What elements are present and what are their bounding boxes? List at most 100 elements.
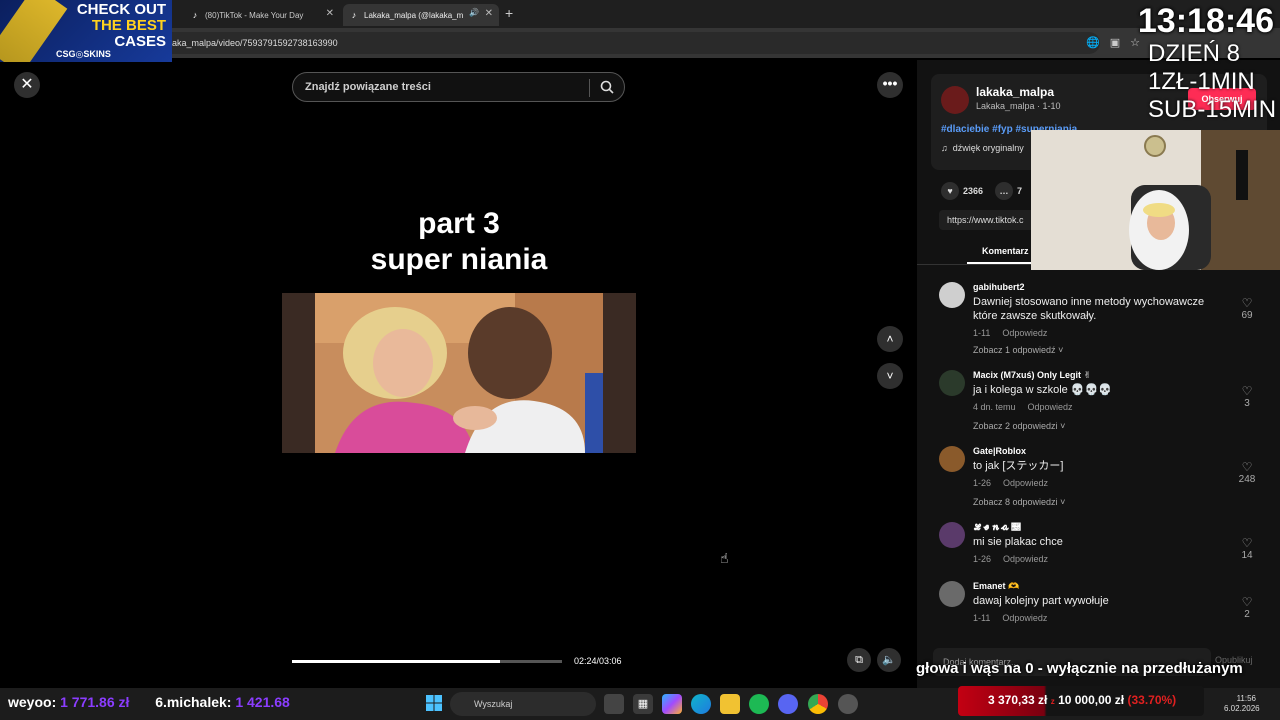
system-clock[interactable]: 11:56 6.02.2026 xyxy=(1224,694,1260,714)
comment-date: 1-11 xyxy=(973,328,991,338)
goal-percent: (33.70%) xyxy=(1127,693,1177,707)
csgo-skins-ad[interactable]: CHECK OUT THE BEST CASES CSG◎SKINS xyxy=(0,0,172,62)
url-field[interactable]: aka_malpa/video/7593791592738163990 xyxy=(150,32,1100,54)
author-subtitle: Lakaka_malpa · 1-10 xyxy=(976,101,1061,111)
comment-meta: 1-26 Odpowiedz xyxy=(973,554,1060,564)
comment-date: 1-26 xyxy=(973,478,992,488)
author-name[interactable]: lakaka_malpa xyxy=(976,85,1054,99)
browser-tabbar: ♪ (80)TikTok - Make Your Day ✕ ♪ Lakaka_… xyxy=(0,0,1280,28)
avatar[interactable] xyxy=(939,446,965,472)
tab-close-icon[interactable]: ✕ xyxy=(326,8,334,19)
video-player[interactable]: Znajdź powiązane treści part 3 super nia… xyxy=(282,60,636,688)
volume-button[interactable]: 🔈 xyxy=(877,648,901,672)
comment-username[interactable]: Gate|Roblox xyxy=(973,446,1026,456)
view-replies-link[interactable]: Zobacz 2 odpowiedzi ˅ xyxy=(973,421,1065,431)
related-search-input[interactable]: Znajdź powiązane treści xyxy=(292,72,625,102)
comment-meta: 1-11 Odpowiedz xyxy=(973,328,1059,338)
tiktok-favicon-icon: ♪ xyxy=(192,10,198,20)
chevron-down-icon: ˅ xyxy=(886,369,894,383)
file-explorer-icon[interactable] xyxy=(720,694,740,714)
search-icon[interactable] xyxy=(600,80,614,94)
more-options-button[interactable]: ••• xyxy=(877,72,903,98)
stream-clock: 13:18:46 xyxy=(1137,2,1274,40)
new-tab-button[interactable]: + xyxy=(505,5,513,21)
donation-goal-text: 3 370,33 zł z 10 000,00 zł (33.70%) xyxy=(988,693,1176,707)
comment-like-count: 3 xyxy=(1244,398,1250,409)
comment-item: 𝓛𝓮𝓷𝓪 🩽 mi sie plakac chce 1-26 Odpowiedz … xyxy=(939,522,1269,572)
avatar[interactable] xyxy=(939,282,965,308)
comment-like-button[interactable]: ♡ 69 xyxy=(1237,296,1257,321)
avatar[interactable] xyxy=(941,86,969,114)
search-label: Wyszukaj xyxy=(474,699,513,709)
edge-icon[interactable] xyxy=(691,694,711,714)
comment-text: dawaj kolejny part wywołuje xyxy=(973,595,1109,607)
discord-icon[interactable] xyxy=(778,694,798,714)
avatar[interactable] xyxy=(939,581,965,607)
cast-icon[interactable]: ▣ xyxy=(1110,36,1120,49)
miniplayer-button[interactable]: ⧉ xyxy=(847,648,871,672)
previous-video-button[interactable]: ˄ xyxy=(877,326,903,352)
sound-link[interactable]: ♫ dźwięk oryginalny xyxy=(941,143,1024,153)
spotify-icon[interactable] xyxy=(749,694,769,714)
comment-item: Gate|Roblox to jak [ステッカー] 1-26 Odpowiedz… xyxy=(939,446,1269,516)
view-replies-link[interactable]: Zobacz 8 odpowiedzi ˅ xyxy=(973,497,1065,507)
search-placeholder: Znajdź powiązane treści xyxy=(305,81,431,93)
comment-date: 1-26 xyxy=(973,554,992,564)
avatar[interactable] xyxy=(939,522,965,548)
heart-icon: ♥ xyxy=(941,182,959,200)
comment-like-count: 248 xyxy=(1238,474,1256,485)
chrome-icon[interactable] xyxy=(808,694,828,714)
avatar[interactable] xyxy=(939,370,965,396)
stream-info: DZIEŃ 8 1ZŁ-1MIN SUB-15MIN xyxy=(1148,40,1276,124)
stream-info-sub: SUB-15MIN xyxy=(1148,96,1277,123)
search-divider xyxy=(589,79,590,97)
close-icon: ✕ xyxy=(20,76,34,93)
reply-link[interactable]: Odpowiedz xyxy=(1002,328,1047,338)
reply-link[interactable]: Odpowiedz xyxy=(1003,478,1048,488)
comment-username[interactable]: gabihubert2 xyxy=(973,282,1025,292)
comment-like-button[interactable]: ♡ 248 xyxy=(1237,460,1257,485)
sound-label: dźwięk oryginalny xyxy=(952,143,1024,153)
windows-start-icon[interactable] xyxy=(426,695,442,711)
reply-link[interactable]: Odpowiedz xyxy=(1003,554,1048,564)
comment-date: 4 dn. temu xyxy=(973,402,1016,412)
tab-comments[interactable]: Komentarz xyxy=(982,246,1029,256)
stream-ticker: głowa i wąs na 0 - wyłącznie na przedłuż… xyxy=(916,660,1243,677)
chevron-down-icon: ˅ xyxy=(1058,345,1064,355)
volume-icon: 🔈 xyxy=(882,654,896,666)
comment-item: Macix (M7xuś) Only Legit ✌ ja i kolega w… xyxy=(939,370,1269,440)
comment-like-button[interactable]: ♡ 3 xyxy=(1237,384,1257,409)
comment-username[interactable]: 𝓛𝓮𝓷𝓪 🩽 xyxy=(973,522,1021,532)
donor-amount: 1 771.86 zł xyxy=(60,694,130,710)
more-icon: ••• xyxy=(882,75,898,91)
video-progress-fill xyxy=(292,660,500,663)
comment-like-button[interactable]: ♡ 2 xyxy=(1237,595,1257,620)
reply-link[interactable]: Odpowiedz xyxy=(1028,402,1073,412)
tab-tiktok-home[interactable]: ♪ (80)TikTok - Make Your Day ✕ xyxy=(184,4,340,26)
comment-meta: 4 dn. temu Odpowiedz xyxy=(973,402,1085,412)
comment-username[interactable]: Macix (M7xuś) Only Legit ✌ xyxy=(973,370,1091,381)
speaker-icon[interactable]: 🔊 xyxy=(469,8,479,17)
video-progress-bar[interactable] xyxy=(292,660,562,663)
tab-lakaka-malpa[interactable]: ♪ Lakaka_malpa (@lakaka_m 🔊 ✕ xyxy=(343,4,499,26)
comment-username[interactable]: Emanet 🫶 xyxy=(973,581,1019,592)
reply-link[interactable]: Odpowiedz xyxy=(1002,613,1047,623)
close-video-button[interactable]: ✕ xyxy=(14,72,40,98)
chevron-up-icon: ˄ xyxy=(886,332,894,346)
comment-like-button[interactable]: ♡ 14 xyxy=(1237,536,1257,561)
like-stat[interactable]: ♥ 2366 xyxy=(941,182,983,200)
view-replies-link[interactable]: Zobacz 1 odpowiedź ˅ xyxy=(973,345,1063,355)
store-icon[interactable]: ▦ xyxy=(633,694,653,714)
taskbar-search[interactable]: Wyszukaj xyxy=(450,692,596,716)
video-caption: part 3 super niania xyxy=(282,206,636,278)
app-icon[interactable] xyxy=(838,694,858,714)
miniplayer-icon: ⧉ xyxy=(855,654,863,666)
translate-icon[interactable]: 🌐 xyxy=(1086,36,1100,49)
comment-meta: 1-11 Odpowiedz xyxy=(973,613,1059,623)
task-view-icon[interactable] xyxy=(604,694,624,714)
view-replies-label: Zobacz 1 odpowiedź xyxy=(973,345,1056,355)
next-video-button[interactable]: ˅ xyxy=(877,363,903,389)
comment-stat[interactable]: … 7 xyxy=(995,182,1022,200)
tab-close-icon[interactable]: ✕ xyxy=(485,8,493,19)
copilot-icon[interactable] xyxy=(662,694,682,714)
